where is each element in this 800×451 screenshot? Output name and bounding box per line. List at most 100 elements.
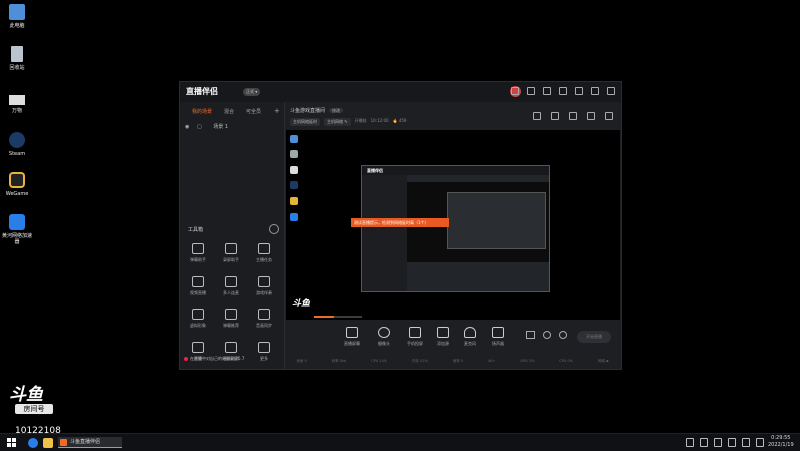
preview-logo: 直播伴侣 [367,168,383,173]
desktop-icon-wegame[interactable]: WeGame [2,172,32,197]
warning-banner[interactable]: 测试直播提示，检测到网络延时高（1个） [351,218,449,227]
tool-item[interactable]: 虚拟形象 [186,309,210,329]
tool-label: 视频直播 [190,290,206,295]
windows-start-icon[interactable] [7,438,16,447]
start-stream-button[interactable]: 开始直播 [577,331,611,343]
bluetooth-icon[interactable] [714,438,722,447]
phone-cast-button[interactable]: 手机投屏 [403,327,427,347]
notes-icon[interactable] [569,112,577,120]
volume-bar[interactable] [314,316,362,318]
scene-tabs: 我的场景 混合 可全员 + [192,107,280,115]
room-title: 斗鱼游戏直播间 修改 [290,107,344,114]
file-explorer-icon[interactable] [43,438,53,448]
preview-left-panel [362,175,407,291]
microphone-button[interactable]: 麦克风 [458,327,482,347]
lock-icon[interactable]: ▢ [197,124,202,130]
header-actions [533,112,613,120]
tool-label: 弹幕推荐 [223,323,239,328]
wegame-icon [9,172,25,188]
network-chip[interactable]: 主机网络 ✎ [324,118,351,126]
accelerator-icon [290,213,298,221]
taskbar-item-live-companion[interactable]: 斗鱼直播伴侣 [58,437,122,448]
desktop-icon-this-pc[interactable]: 此电脑 [2,4,32,29]
tool-item[interactable]: 游戏伴奏 [252,276,276,296]
scene-label: 场景 1 [213,124,229,130]
task-icon [258,243,270,254]
eye-icon[interactable]: ◉ [185,124,189,130]
screen-button[interactable]: 直播屏幕 [340,327,364,347]
tab-mixed[interactable]: 混合 [224,108,234,115]
status-item: CPU 0% [559,359,574,363]
danmaku-icon [225,309,237,320]
control-label: 手机投屏 [407,341,423,346]
status-bar: 丢帧 0 码率 0kb CPU 14% 内存 52% 帧率 0 4K+ GPU … [284,354,621,368]
share-icon[interactable] [605,112,613,120]
clock[interactable]: 0:29:55 2022/1/19 [768,435,794,449]
tools-toggle-icon[interactable] [269,224,279,234]
tool-label: 主播任务 [256,257,272,262]
gift-icon[interactable] [527,87,535,95]
maximize-icon[interactable] [591,87,599,95]
tab-my-scenes[interactable]: 我的场景 [192,108,212,115]
video-icon [192,276,204,287]
add-source-button[interactable]: 添加源 [431,327,455,347]
tool-item[interactable]: 更多 [252,342,276,362]
speaker-button[interactable]: 扬声器 [486,327,510,347]
live-companion-icon [60,439,67,446]
preview-stage[interactable]: 直播伴侣 测试直播提示，检测到网络延时高（1个） 斗鱼 [286,130,620,320]
add-scene-button[interactable]: + [274,107,280,115]
status-item: GPU 3% [520,359,535,363]
gift-box-icon[interactable] [533,112,541,120]
ime-icon[interactable] [756,438,764,447]
volume-icon[interactable] [742,438,750,447]
bell-icon[interactable] [587,112,595,120]
tab-all[interactable]: 可全员 [246,108,261,115]
camera-button[interactable]: 摄像头 [372,327,396,347]
timer: 10:12:00 [370,118,389,123]
tip-text[interactable]: 在直播中对自己的电脑录屏5.7 [184,356,244,362]
tool-item[interactable]: 多人连麦 [219,276,243,296]
network-icon[interactable] [728,438,736,447]
minimize-icon[interactable] [575,87,583,95]
tool-item[interactable]: 音画同步 [252,309,276,329]
broadcast-icon[interactable] [543,331,551,339]
streamer-logo: 斗鱼 房间号 [9,386,65,414]
tool-item[interactable]: 主播任务 [252,243,276,263]
lock-icon[interactable] [551,112,559,120]
room-title-text: 斗鱼游戏直播间 [290,108,326,114]
status-item: 4K+ [488,359,496,363]
category-chip[interactable]: 主机网络延时 [290,118,320,126]
close-icon[interactable] [607,87,615,95]
desktop-icon-label: 万物 [11,108,22,114]
room-label: 房间号 [15,404,53,414]
speaker-icon [492,327,504,338]
desktop-icon-accelerator[interactable]: 黄河网络加速器 [2,214,32,245]
message-icon[interactable] [511,87,519,95]
tool-item[interactable]: 录屏助手 [219,243,243,263]
settings-icon[interactable] [543,87,551,95]
scene-row[interactable]: ◉ ▢ 场景 1 [185,123,228,130]
tool-item[interactable]: 弹幕推荐 [219,309,243,329]
tool-label: 弹幕助手 [190,257,206,262]
computer-icon [9,4,25,20]
version-badge[interactable]: 正式 ▾ [243,88,261,96]
tool-item[interactable]: 弹幕助手 [186,243,210,263]
everything-icon [290,166,298,174]
desktop-icon-everything[interactable]: 万物 [2,95,32,114]
left-panel: 我的场景 混合 可全员 + ◉ ▢ 场景 1 工具箱 弹幕助手 录屏助手 主播任… [180,102,285,369]
steam-icon [290,181,298,189]
wegame-icon [290,197,298,205]
shield-icon[interactable] [700,438,708,447]
tool-item[interactable]: 视频直播 [186,276,210,296]
desktop-icon-recycle-bin[interactable]: 回收站 [2,46,32,71]
desktop-icon-steam[interactable]: Steam [2,132,32,157]
gear-icon[interactable] [559,331,567,339]
edge-icon[interactable] [28,438,38,448]
edit-title-button[interactable]: 修改 [329,108,344,113]
clock-date: 2022/1/19 [768,442,794,448]
quality-icon [225,342,237,353]
record-icon[interactable] [526,331,535,339]
chevron-up-icon[interactable] [686,438,694,447]
menu-icon[interactable] [559,87,567,95]
recursive-preview: 直播伴侣 [361,165,550,292]
